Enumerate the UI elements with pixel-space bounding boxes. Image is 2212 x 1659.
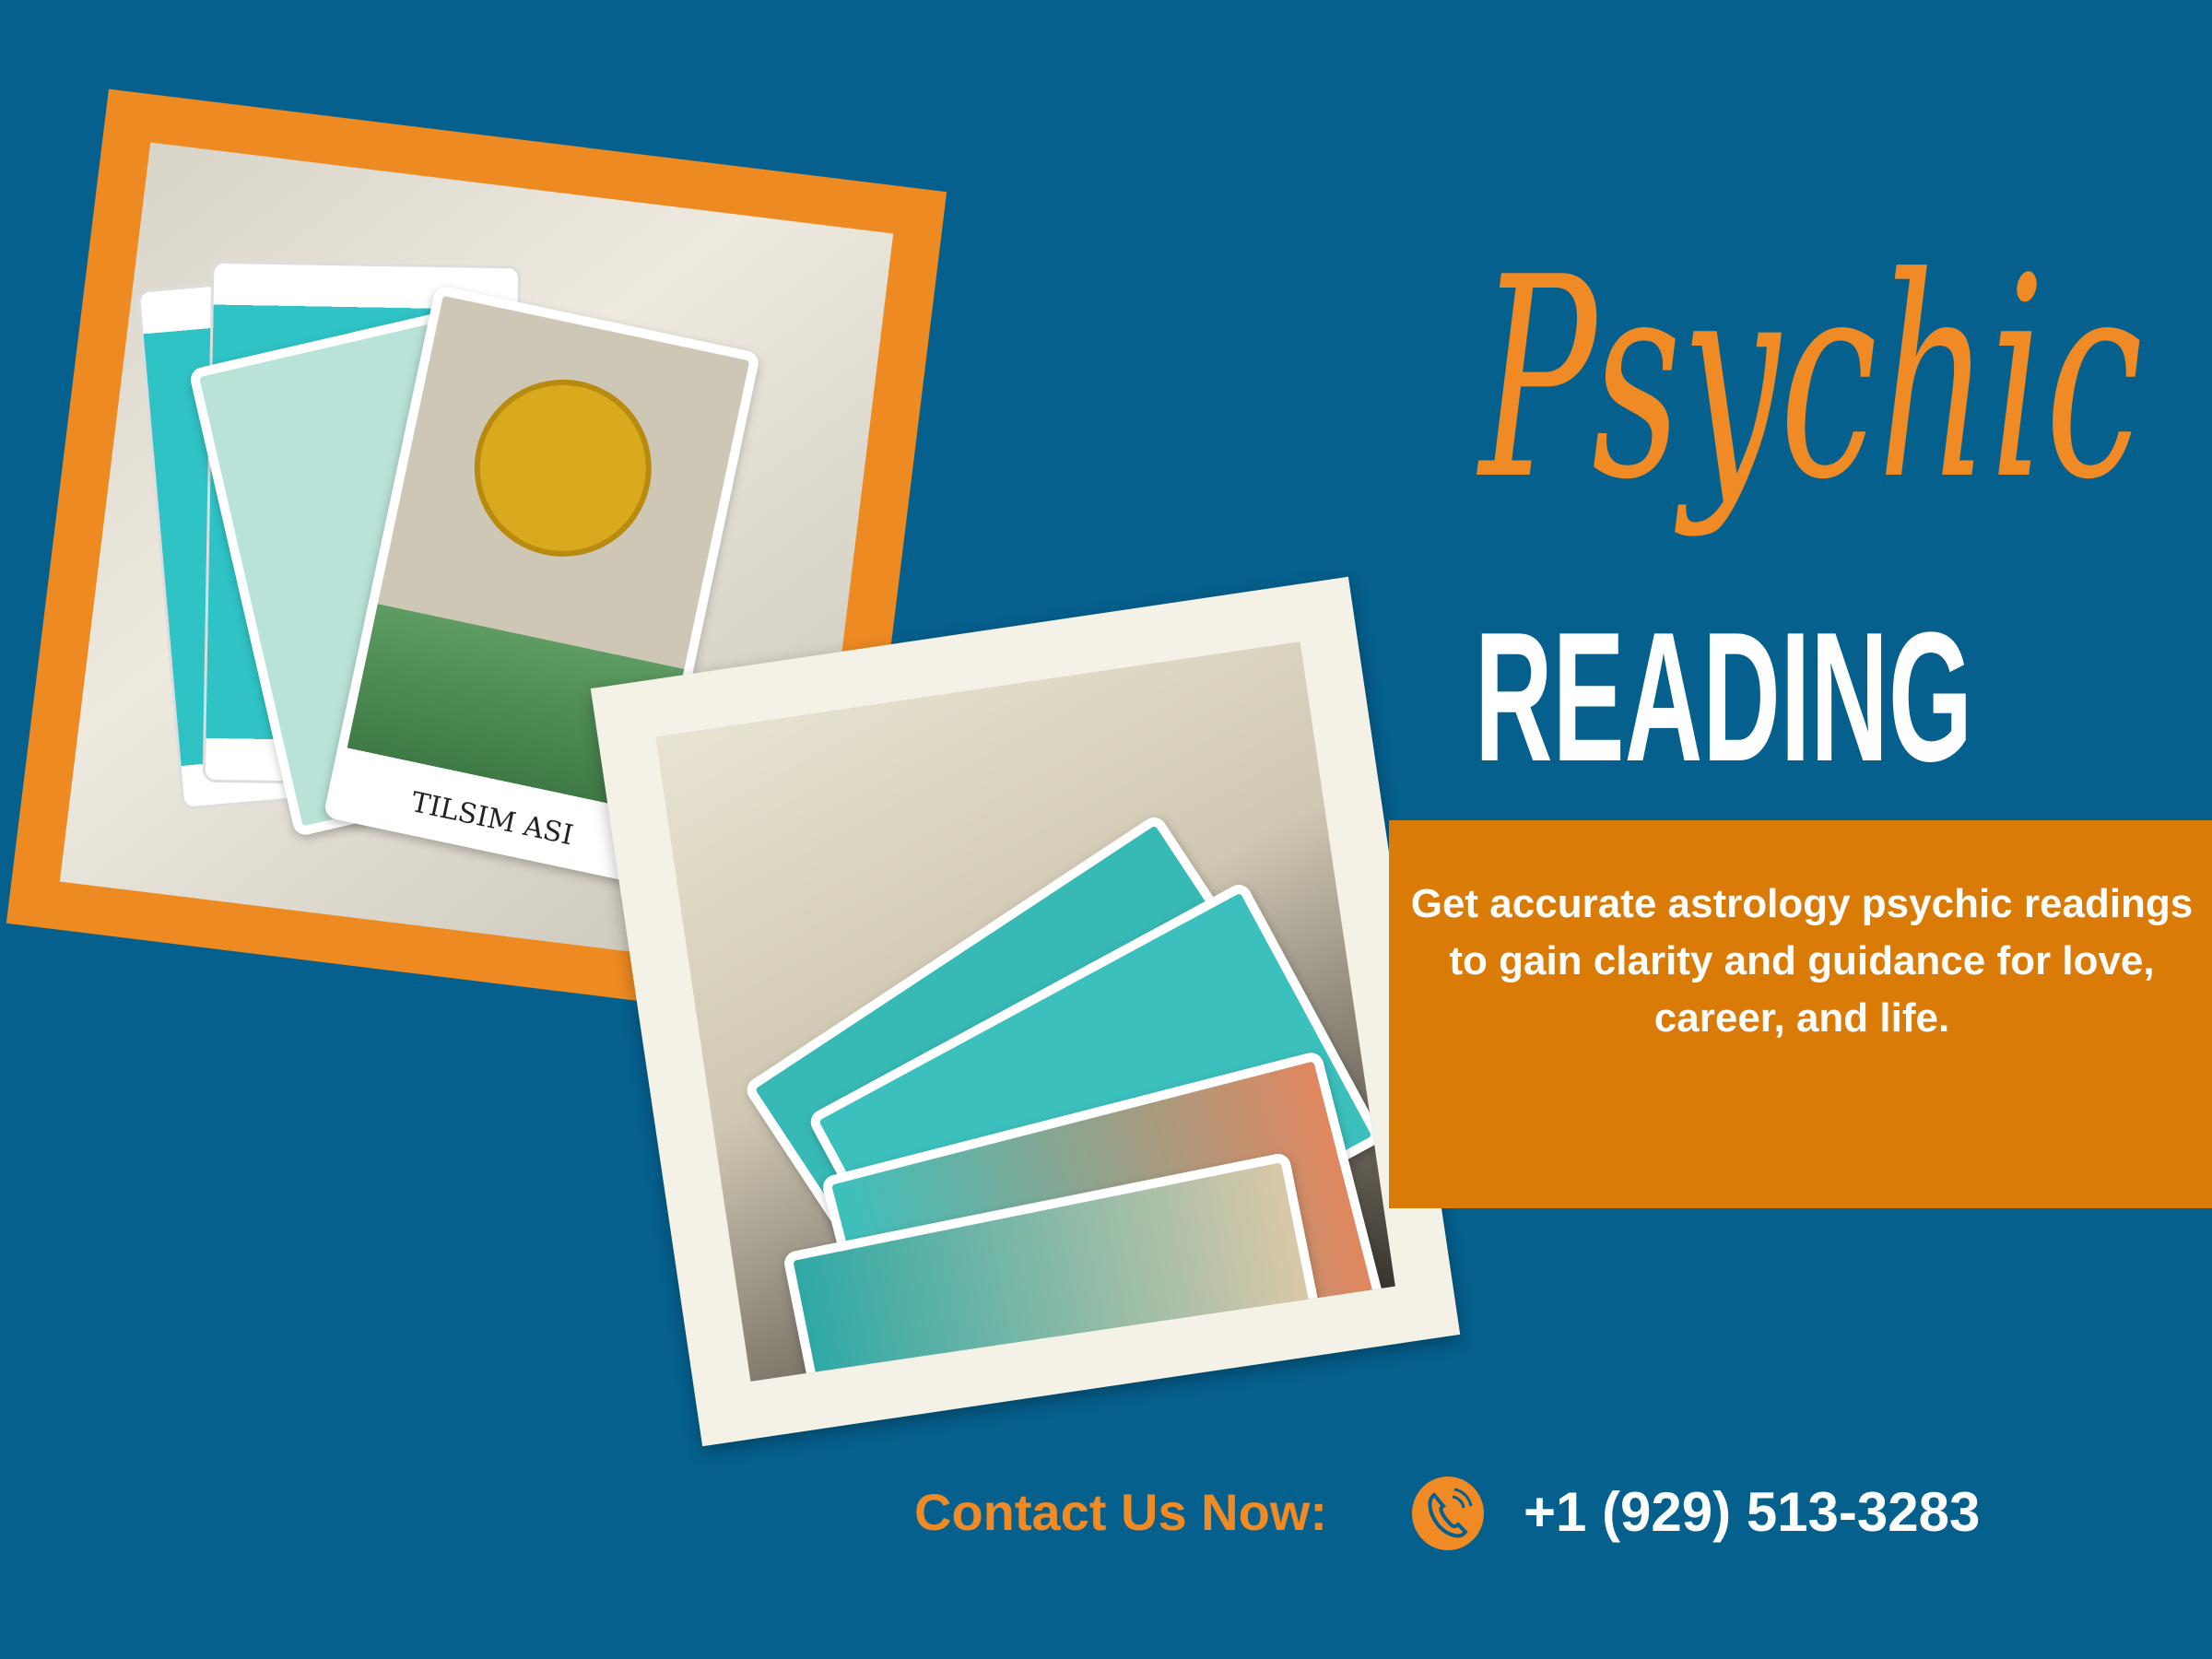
heading-script: Psychic (1477, 218, 2143, 540)
tarot-photo-frame-white (590, 576, 1461, 1447)
heading-script-wrapper: Psychic (1477, 218, 2143, 540)
card-caption: TILSIM ASI (407, 786, 576, 853)
tarot-spread-photo (655, 641, 1395, 1382)
description-text: Get accurate astrology psychic readings … (1410, 881, 2194, 1041)
contact-label: Contact Us Now: (914, 1483, 1327, 1541)
heading-main-wrapper: READING (1475, 613, 1972, 774)
phone-icon[interactable] (1412, 1477, 1484, 1550)
phone-number-link[interactable]: +1 (929) 513-3283 (1524, 1480, 1980, 1544)
pentacle-icon (457, 362, 668, 573)
heading-main: READING (1475, 613, 1972, 774)
